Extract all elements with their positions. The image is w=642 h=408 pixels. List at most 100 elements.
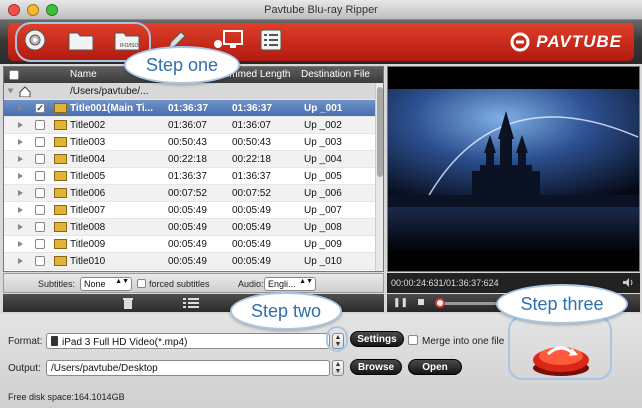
film-icon [54,120,67,130]
volume-icon[interactable] [622,277,634,288]
table-row[interactable]: ✓ Title001(Main Ti... 01:36:37 01:36:37 Up _… [4,100,383,117]
subtitles-label: Subtitles: [38,279,76,289]
row-checkbox[interactable] [35,205,45,215]
row-checkbox[interactable] [35,154,45,164]
cell-dest[interactable]: Up _001 [304,103,342,114]
expand-arrow-icon[interactable] [18,207,23,213]
select-all-checkbox[interactable] [9,70,19,80]
row-checkbox[interactable] [35,239,45,249]
pavtube-logo-icon [510,32,530,52]
cell-name: Title003 [70,137,106,148]
film-icon [54,171,67,181]
table-row[interactable]: Title003 00:50:43 00:50:43 Up _003 [4,134,383,151]
expand-arrow-icon[interactable] [18,122,23,128]
table-row[interactable]: Title002 01:36:07 01:36:07 Up _002 [4,117,383,134]
cell-name: Title006 [70,188,106,199]
expand-arrow-icon[interactable] [18,139,23,145]
table-row[interactable]: Title005 01:36:37 01:36:37 Up _005 [4,168,383,185]
expand-arrow-icon[interactable] [18,105,23,111]
list-scrollbar[interactable] [375,83,383,271]
home-icon [19,86,31,97]
convert-button[interactable] [514,324,608,380]
cell-duration: 01:36:37 [168,171,207,182]
table-row[interactable]: Title010 00:05:49 00:05:49 Up _010 [4,253,383,270]
cell-name: Title007 [70,205,106,216]
free-disk-space: Free disk space:164.1014GB [8,392,125,402]
audio-value: Engli... [268,279,296,289]
row-checkbox[interactable] [35,120,45,130]
source-path: /Users/pavtube/... [70,86,149,97]
cell-dest[interactable]: Up _005 [304,171,342,182]
cell-dest[interactable]: Up _007 [304,205,342,216]
expand-arrow-icon[interactable] [18,241,23,247]
format-select[interactable]: iPad 3 Full HD Video(*.mp4) [46,333,330,349]
output-path-field[interactable]: /Users/pavtube/Desktop [46,360,330,376]
expand-arrow-icon[interactable] [18,156,23,162]
title-list: Name Trimmed Length Destination File /Us… [3,66,384,272]
expand-arrow-icon[interactable] [18,173,23,179]
preview-timecode: 00:00:24:631/01:36:37:624 [391,278,499,288]
cell-name: Title004 [70,154,106,165]
pause-icon[interactable]: ❚❚ [393,297,408,308]
column-name[interactable]: Name [70,69,97,80]
video-preview[interactable] [387,66,640,272]
brand-name: PAVTUBE [536,32,622,51]
cell-duration: 00:05:49 [168,222,207,233]
scrollbar-thumb[interactable] [377,87,383,177]
format-value: iPad 3 Full HD Video(*.mp4) [62,337,188,348]
cell-dest[interactable]: Up _008 [304,222,342,233]
settings-button[interactable]: Settings [350,331,404,347]
row-checkbox[interactable] [35,222,45,232]
film-icon [54,137,67,147]
format-label: Format: [8,336,43,347]
expand-arrow-icon[interactable] [18,190,23,196]
row-checkbox[interactable]: ✓ [35,103,45,113]
step-two-callout: Step two [230,292,342,330]
source-path-row[interactable]: /Users/pavtube/... [4,83,383,100]
cell-dest[interactable]: Up _003 [304,137,342,148]
table-row[interactable]: Title006 00:07:52 00:07:52 Up _006 [4,185,383,202]
forced-subtitles-label: forced subtitles [149,279,210,289]
row-checkbox[interactable] [35,137,45,147]
row-checkbox[interactable] [35,256,45,266]
column-destination-file[interactable]: Destination File [301,69,370,80]
expand-arrow-icon[interactable] [7,88,14,94]
row-checkbox[interactable] [35,188,45,198]
table-row[interactable]: Title008 00:05:49 00:05:49 Up _008 [4,219,383,236]
cell-dest[interactable]: Up _010 [304,256,342,267]
window-title-bar: Pavtube Blu-ray Ripper [0,0,642,20]
select-arrows-icon: ▲▼ [299,278,313,285]
forced-subtitles-checkbox[interactable] [137,279,146,288]
audio-label: Audio: [238,279,264,289]
audio-select[interactable]: Engli... ▲▼ [264,277,316,291]
cell-dest[interactable]: Up _006 [304,188,342,199]
trash-icon[interactable] [123,297,133,309]
film-icon [54,256,67,266]
film-icon [54,154,67,164]
table-row[interactable]: Title009 00:05:49 00:05:49 Up _009 [4,236,383,253]
subtitles-select[interactable]: None ▲▼ [80,277,132,291]
stop-icon[interactable] [418,299,424,305]
output-dropdown-arrows[interactable]: ▲ ▼ [332,360,344,376]
merge-monitor-icon [214,30,243,48]
seek-handle[interactable] [435,298,445,308]
open-button[interactable]: Open [408,359,462,375]
cell-dest[interactable]: Up _009 [304,239,342,250]
task-list-button[interactable] [258,28,284,52]
step-one-callout: Step one [124,46,240,84]
cell-trimmed: 00:50:43 [232,137,271,148]
cell-trimmed: 00:07:52 [232,188,271,199]
browse-button[interactable]: Browse [350,359,402,375]
table-row[interactable]: Title007 00:05:49 00:05:49 Up _007 [4,202,383,219]
merge-button[interactable] [212,28,244,52]
cell-dest[interactable]: Up _002 [304,120,342,131]
expand-arrow-icon[interactable] [18,258,23,264]
cell-trimmed: 00:22:18 [232,154,271,165]
merge-checkbox[interactable] [408,335,418,345]
expand-arrow-icon[interactable] [18,224,23,230]
cell-dest[interactable]: Up _004 [304,154,342,165]
cell-duration: 01:36:37 [168,103,209,114]
row-checkbox[interactable] [35,171,45,181]
table-row[interactable]: Title004 00:22:18 00:22:18 Up _004 [4,151,383,168]
list-view-icon[interactable] [183,298,199,308]
